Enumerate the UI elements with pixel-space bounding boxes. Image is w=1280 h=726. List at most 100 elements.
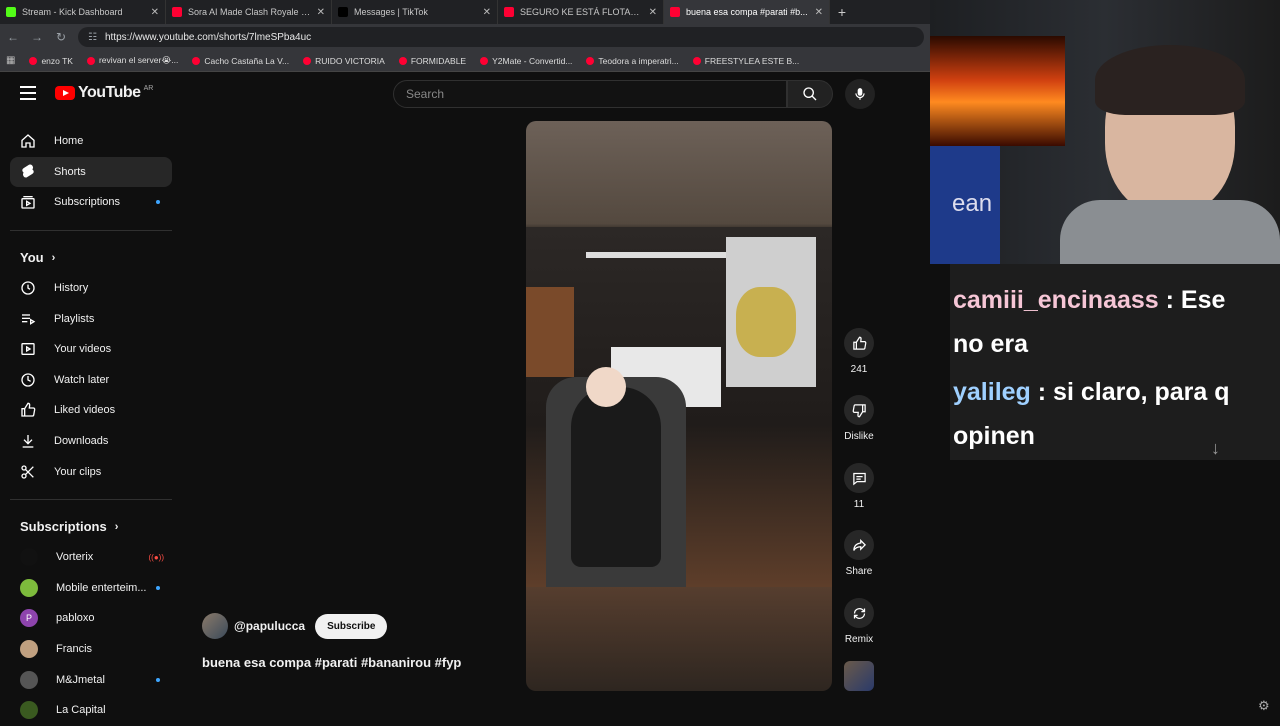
sidebar-item-shorts[interactable]: Shorts — [10, 156, 172, 188]
sidebar-item-playlists[interactable]: Playlists — [10, 303, 172, 334]
site-info-icon[interactable]: ☷ — [88, 32, 97, 43]
menu-icon[interactable] — [20, 86, 36, 100]
channel-name[interactable]: @papulucca — [234, 619, 305, 633]
bookmark-item[interactable]: FREESTYLEA ESTE B... — [692, 55, 800, 66]
channel-avatar — [20, 701, 38, 720]
sidebar-item-francis[interactable]: Francis — [10, 634, 172, 665]
sidebar-item-la-capital[interactable]: La Capital — [10, 695, 172, 726]
new-tab-icon[interactable]: + — [830, 4, 854, 20]
browser-tab[interactable]: buena esa compa #parati #b... ✕ — [664, 0, 830, 24]
sidebar-item-m-jmetal[interactable]: M&Jmetal — [10, 664, 172, 695]
comments-button[interactable] — [844, 463, 874, 493]
microphone-icon — [855, 88, 865, 100]
share-button[interactable] — [844, 530, 874, 560]
liked-videos-icon — [21, 403, 36, 418]
comment-count: 11 — [853, 499, 865, 510]
browser-tab[interactable]: Sora AI Made Clash Royale Real 🔥 ✕ — [166, 0, 332, 24]
chat-username: yalileg — [953, 378, 1031, 406]
forward-icon[interactable]: → — [30, 30, 44, 44]
sidebar-item-history[interactable]: History — [10, 273, 172, 304]
short-video-player[interactable] — [526, 121, 832, 691]
bookmark-item[interactable]: enzo TK — [29, 56, 73, 66]
settings-gear-icon[interactable]: ⚙ — [1258, 698, 1270, 714]
channel-avatar — [20, 640, 38, 659]
chevron-right-icon: › — [114, 520, 119, 533]
audio-thumbnail[interactable] — [844, 661, 874, 691]
sidebar-item-pabloxo[interactable]: Ppabloxo — [10, 603, 172, 634]
sidebar-divider — [10, 498, 172, 500]
remix-action[interactable]: Remix — [843, 598, 875, 645]
sidebar-item-mobile-enterteim[interactable]: Mobile enterteim... — [10, 573, 172, 604]
close-tab-icon[interactable]: ✕ — [815, 7, 823, 18]
sidebar-item-downloads[interactable]: Downloads — [10, 426, 172, 457]
voice-search-button[interactable] — [845, 79, 875, 109]
tab-title: buena esa compa #parati #b... — [686, 7, 808, 17]
reload-icon[interactable]: ↻ — [54, 30, 68, 44]
browser-tab[interactable]: Stream - Kick Dashboard ✕ — [0, 0, 166, 24]
sidebar-item-your-clips[interactable]: Your clips — [10, 456, 172, 487]
url-field[interactable]: ☷ https://www.youtube.com/shorts/7lmeSPb… — [78, 27, 924, 47]
tab-title: Messages | TikTok — [354, 7, 428, 17]
close-tab-icon[interactable]: ✕ — [151, 7, 159, 18]
apps-icon[interactable]: ▦ — [6, 55, 15, 66]
close-tab-icon[interactable]: ✕ — [483, 7, 491, 18]
dislike-action[interactable]: Dislike — [843, 395, 875, 442]
home-icon — [21, 134, 35, 148]
sidebar-item-subscriptions[interactable]: Subscriptions — [10, 187, 172, 218]
youtube-logo[interactable]: YouTube AR — [55, 84, 153, 102]
sidebar-item-label: Home — [54, 135, 84, 148]
bookmark-item[interactable]: Teodora a imperatri... — [586, 56, 679, 66]
sidebar-item-home[interactable]: Home — [10, 126, 172, 157]
new-content-dot — [156, 677, 160, 682]
poster-image — [526, 287, 574, 377]
dislike-button[interactable] — [844, 395, 874, 425]
sidebar-item-watch-later[interactable]: Watch later — [10, 365, 172, 396]
bookmark-item[interactable]: RUIDO VICTORIA — [303, 56, 385, 66]
scroll-down-icon[interactable]: ↓ — [1211, 438, 1220, 459]
sidebar-item-label: Playlists — [54, 312, 95, 325]
channel-avatar — [20, 548, 38, 567]
close-tab-icon[interactable]: ✕ — [649, 7, 657, 18]
bookmark-favicon-icon — [586, 56, 595, 65]
clips-icon — [21, 464, 34, 479]
subscribe-button[interactable]: Subscribe — [315, 613, 388, 639]
bookmark-item[interactable]: revivan el server😭... — [86, 55, 178, 66]
bookmark-label: FREESTYLEA ESTE B... — [704, 55, 800, 66]
sidebar-item-label: Shorts — [54, 165, 86, 178]
shorts-icon — [22, 164, 34, 178]
bookmark-favicon-icon — [29, 56, 38, 65]
bookmark-favicon-icon — [192, 56, 201, 65]
remix-button[interactable] — [844, 598, 874, 628]
sidebar-item-vorterix[interactable]: Vorterix ((●)) — [10, 542, 172, 573]
sidebar-item-liked-videos[interactable]: Liked videos — [10, 395, 172, 426]
browser-tab[interactable]: SEGURO KE ESTÁ FLOTANDO EN... ✕ — [498, 0, 664, 24]
close-tab-icon[interactable]: ✕ — [317, 7, 325, 18]
bookmarks-bar: ▦ enzo TK revivan el server😭... Cacho Casta… — [0, 50, 930, 72]
bookmark-item[interactable]: Y2Mate - Convertid... — [480, 56, 572, 66]
search-button[interactable] — [787, 80, 833, 108]
address-bar: ← → ↻ ☷ https://www.youtube.com/shorts/7… — [0, 24, 930, 50]
chat-message-2-cont: opinen — [953, 422, 1035, 450]
chat-username: camiii_encinaass — [953, 286, 1159, 314]
sidebar-item-your-videos[interactable]: Your videos — [10, 334, 172, 365]
url-text: https://www.youtube.com/shorts/7lmeSPba4… — [104, 31, 312, 43]
comments-action[interactable]: 11 — [843, 463, 875, 510]
subscriptions-icon — [21, 196, 35, 210]
back-icon[interactable]: ← — [6, 30, 20, 44]
channel-avatar — [20, 670, 38, 689]
like-button[interactable] — [844, 328, 874, 358]
bookmark-item[interactable]: FORMIDABLE — [398, 56, 466, 66]
downloads-icon — [22, 435, 34, 448]
browser-tab[interactable]: Messages | TikTok ✕ — [332, 0, 498, 24]
you-heading[interactable]: You › — [10, 243, 172, 273]
search-input[interactable] — [406, 87, 786, 101]
channel-avatar[interactable] — [202, 613, 228, 639]
like-action[interactable]: 241 — [843, 328, 875, 375]
subscriptions-heading[interactable]: Subscriptions › — [10, 512, 172, 542]
streamer-shirt — [1060, 200, 1280, 264]
search-box — [393, 80, 787, 108]
subscriptions-heading-label: Subscriptions — [20, 519, 107, 535]
short-caption[interactable]: buena esa compa #parati #bananirou #fyp — [202, 655, 461, 670]
bookmark-item[interactable]: Cacho Castaña La V... — [192, 56, 289, 66]
share-action[interactable]: Share — [843, 530, 875, 577]
